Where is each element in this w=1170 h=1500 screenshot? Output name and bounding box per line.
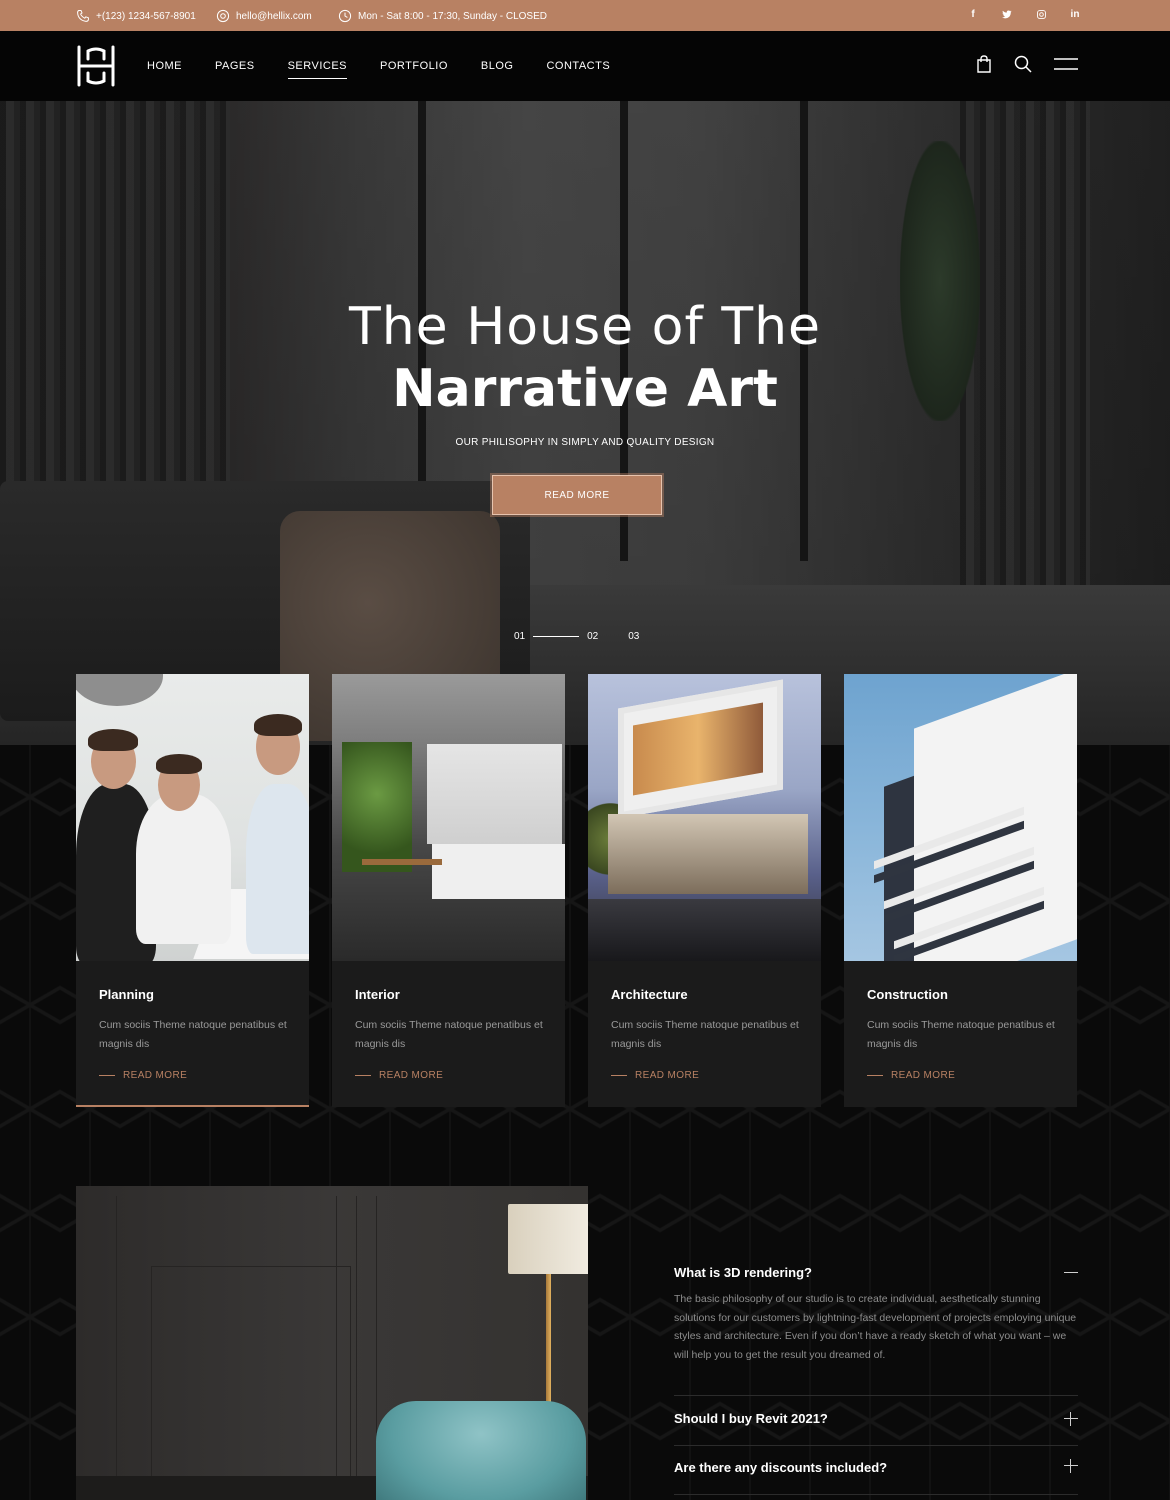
opening-hours: Mon - Sat 8:00 - 17:30, Sunday - CLOSED [358, 10, 547, 22]
email-address: hello@hellix.com [236, 10, 312, 22]
interior-room-image [76, 1186, 588, 1500]
hair [156, 754, 202, 774]
shopping-bag-icon[interactable] [976, 55, 992, 73]
person [136, 794, 231, 944]
service-read-more[interactable]: READ MORE [355, 1070, 443, 1081]
read-more-label: READ MORE [635, 1070, 700, 1081]
dash-icon [355, 1075, 371, 1076]
linkedin-icon[interactable]: in [1070, 8, 1080, 20]
main-menu: HOME PAGES SERVICES PORTFOLIO BLOG CONTA… [147, 31, 610, 101]
faq-divider [674, 1395, 1078, 1396]
service-read-more[interactable]: READ MORE [99, 1070, 187, 1081]
hero-slider: The House of The Narrative Art OUR PHILI… [0, 101, 1170, 745]
email-info[interactable]: hello@hellix.com [216, 9, 312, 23]
nav-pages[interactable]: PAGES [215, 60, 255, 72]
wall-panel [116, 1196, 117, 1496]
minus-icon[interactable] [1064, 1266, 1078, 1280]
dining-table [362, 859, 442, 865]
service-card-interior[interactable]: Interior Cum sociis Theme natoque penati… [332, 674, 565, 1107]
clock-icon [338, 9, 352, 23]
social-links: f in [968, 8, 1080, 20]
service-card-planning[interactable]: Planning Cum sociis Theme natoque penati… [76, 674, 309, 1107]
top-info-bar: +(123) 1234-567-8901 hello@hellix.com Mo… [0, 0, 1170, 31]
facebook-icon[interactable]: f [968, 8, 978, 20]
twitter-icon[interactable] [1002, 8, 1012, 20]
faq-divider [674, 1494, 1078, 1495]
house-lower [608, 814, 808, 894]
hair [88, 729, 138, 751]
wall-clock [76, 674, 163, 706]
pool [588, 899, 821, 961]
service-description: Cum sociis Theme natoque penatibus et ma… [355, 1019, 543, 1050]
hair [254, 714, 302, 736]
service-card-construction[interactable]: Construction Cum sociis Theme natoque pe… [844, 674, 1077, 1107]
dash-icon [611, 1075, 627, 1076]
phone-info[interactable]: +(123) 1234-567-8901 [76, 9, 196, 23]
search-icon[interactable] [1014, 55, 1032, 73]
service-read-more[interactable]: READ MORE [867, 1070, 955, 1081]
nav-actions [976, 55, 1078, 73]
read-more-label: READ MORE [379, 1070, 444, 1081]
main-navbar: HOME PAGES SERVICES PORTFOLIO BLOG CONTA… [0, 31, 1170, 101]
service-title: Construction [867, 987, 948, 1002]
service-title: Interior [355, 987, 400, 1002]
at-icon [216, 9, 230, 23]
nav-contacts[interactable]: CONTACTS [546, 60, 610, 72]
kitchen-cabinets [427, 744, 562, 844]
nav-services[interactable]: SERVICES [287, 60, 348, 79]
service-description: Cum sociis Theme natoque penatibus et ma… [611, 1019, 799, 1050]
service-read-more[interactable]: READ MORE [611, 1070, 699, 1081]
faq-question-3[interactable]: Are there any discounts included? [674, 1460, 887, 1475]
architecture-image [588, 674, 821, 961]
construction-image [844, 674, 1077, 961]
slide-2[interactable]: 02 [587, 631, 598, 642]
active-slide-line [533, 636, 580, 637]
plus-icon[interactable] [1064, 1412, 1078, 1426]
service-title: Architecture [611, 987, 688, 1002]
hero-title-line2: Narrative Art [392, 359, 778, 419]
faq-question-2[interactable]: Should I buy Revit 2021? [674, 1411, 828, 1426]
nav-blog[interactable]: BLOG [481, 60, 514, 72]
wall-moulding [151, 1266, 351, 1500]
hours-info: Mon - Sat 8:00 - 17:30, Sunday - CLOSED [338, 9, 547, 23]
garden-view [342, 742, 412, 872]
slide-3[interactable]: 03 [628, 631, 639, 642]
dash-icon [867, 1075, 883, 1076]
planning-image [76, 674, 309, 961]
menu-icon[interactable] [1054, 57, 1078, 71]
phone-number: +(123) 1234-567-8901 [96, 10, 196, 22]
slide-1[interactable]: 01 [514, 631, 525, 642]
faq-answer-1: The basic philosophy of our studio is to… [674, 1293, 1077, 1361]
hero-read-more-button[interactable]: READ MORE [492, 475, 662, 515]
wall-panel [356, 1196, 357, 1496]
nav-home[interactable]: HOME [147, 60, 182, 72]
site-logo[interactable] [76, 45, 116, 87]
plus-icon[interactable] [1064, 1459, 1078, 1473]
armchair [376, 1401, 586, 1500]
instagram-icon[interactable] [1036, 8, 1046, 20]
hero-subtitle: OUR PHILISOPHY IN SIMPLY AND QUALITY DES… [455, 437, 715, 448]
kitchen-island [432, 844, 565, 899]
person [246, 784, 309, 954]
nav-portfolio[interactable]: PORTFOLIO [380, 60, 448, 72]
service-card-architecture[interactable]: Architecture Cum sociis Theme natoque pe… [588, 674, 821, 1107]
faq-divider [674, 1445, 1078, 1446]
slider-pagination: 01 02 03 [514, 631, 639, 642]
phone-icon [77, 10, 89, 22]
hero-title-line1: The House of The [348, 297, 822, 357]
lampshade [508, 1204, 588, 1274]
service-description: Cum sociis Theme natoque penatibus et ma… [99, 1019, 287, 1050]
interior-image [332, 674, 565, 961]
read-more-label: READ MORE [891, 1070, 956, 1081]
faq-question-1[interactable]: What is 3D rendering? [674, 1265, 812, 1280]
service-description: Cum sociis Theme natoque penatibus et ma… [867, 1019, 1055, 1050]
dash-icon [99, 1075, 115, 1076]
read-more-label: READ MORE [123, 1070, 188, 1081]
service-title: Planning [99, 987, 154, 1002]
